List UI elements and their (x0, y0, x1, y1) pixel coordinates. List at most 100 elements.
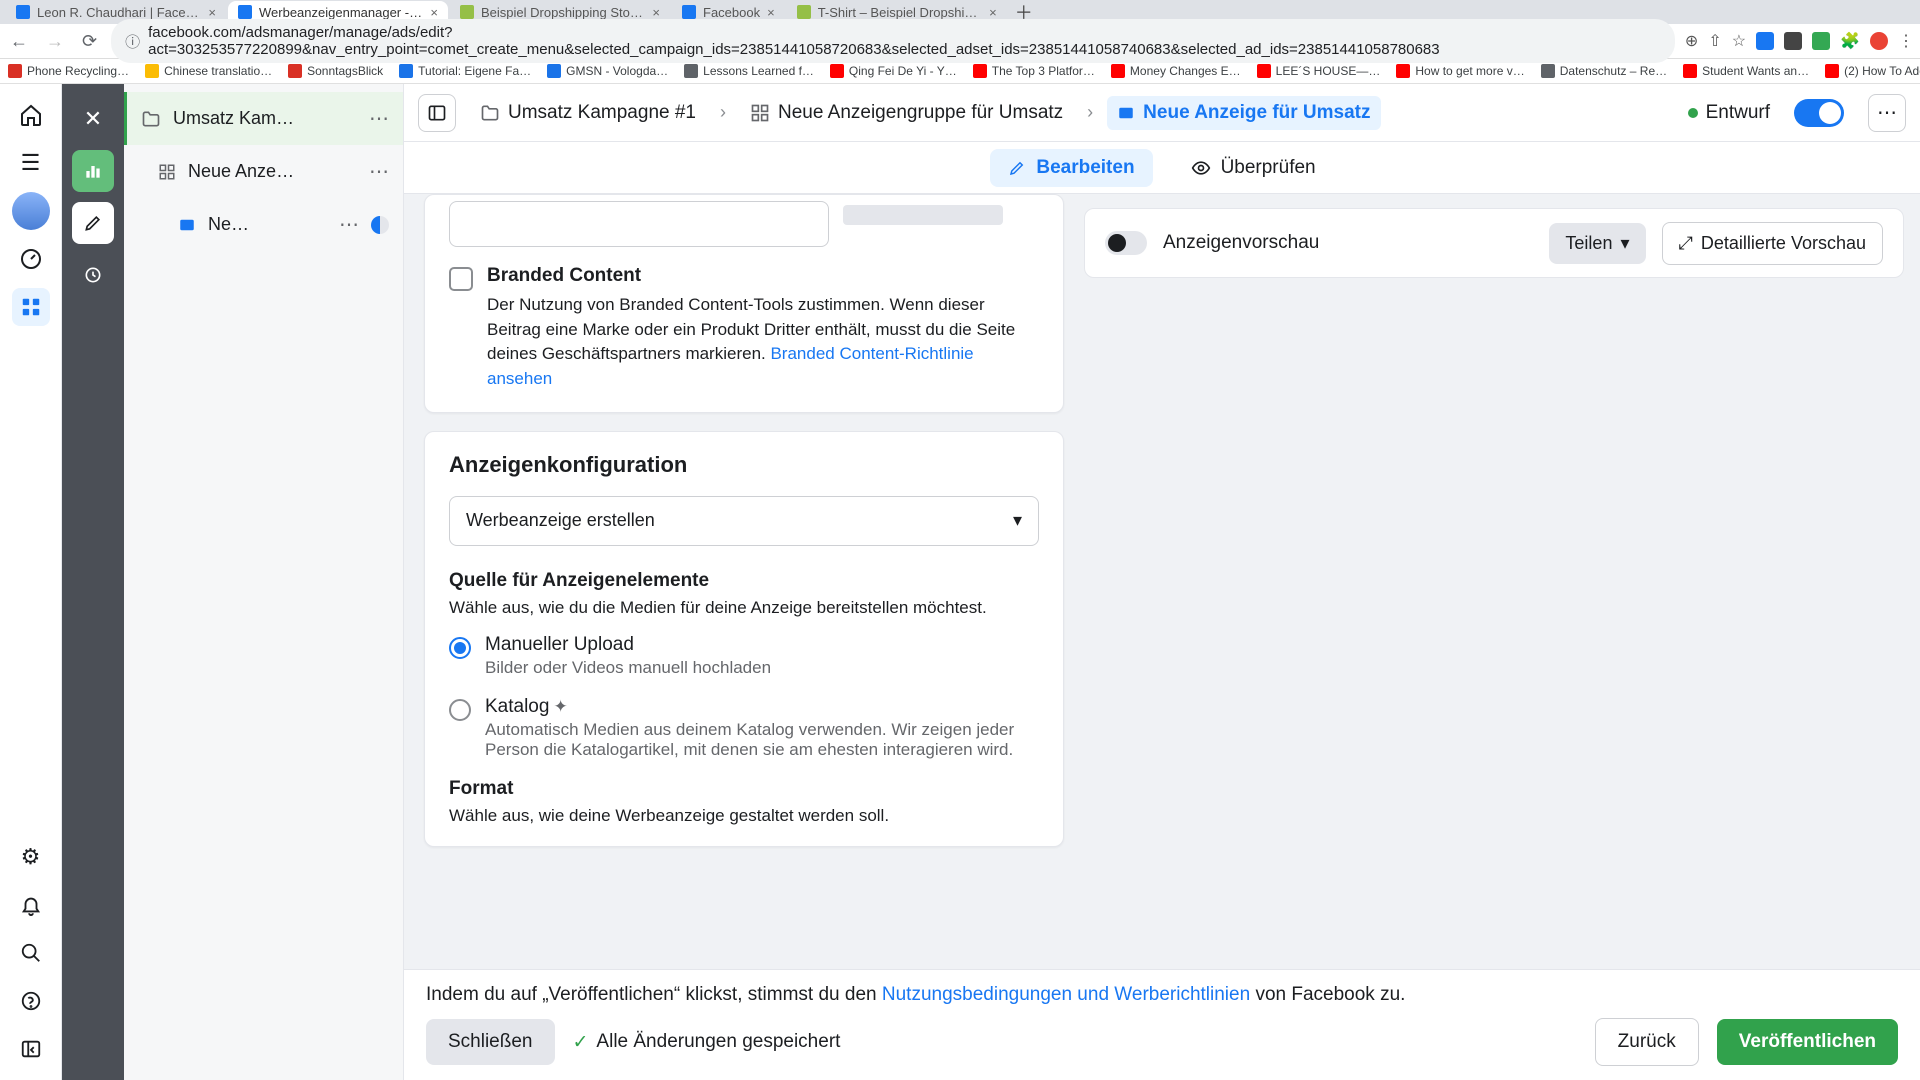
close-tab-icon[interactable]: × (767, 5, 775, 20)
bookmark-label: Qing Fei De Yi - Y… (849, 64, 957, 78)
chart-icon[interactable] (72, 150, 114, 192)
chevron-right-icon: › (1087, 102, 1093, 123)
bookmark-item[interactable]: Student Wants an… (1683, 64, 1809, 78)
chevron-right-icon: › (720, 102, 726, 123)
bookmark-item[interactable]: SonntagsBlick (288, 64, 383, 78)
profile-avatar-icon[interactable] (1870, 32, 1888, 50)
settings-gear-icon[interactable]: ⚙ (12, 838, 50, 876)
bookmark-item[interactable]: The Top 3 Platfor… (973, 64, 1095, 78)
back-button[interactable]: Zurück (1595, 1018, 1699, 1066)
bookmark-label: The Top 3 Platfor… (992, 64, 1095, 78)
reload-button[interactable]: ⟳ (78, 29, 101, 54)
bookmark-favicon-icon (973, 64, 987, 78)
home-icon[interactable] (12, 96, 50, 134)
zoom-icon[interactable]: ⊕ (1685, 31, 1698, 51)
share-preview-button[interactable]: Teilen ▾ (1549, 223, 1645, 264)
tree-campaign[interactable]: Umsatz Kam… ⋯ (124, 92, 403, 145)
publish-button[interactable]: Veröffentlichen (1717, 1019, 1898, 1065)
menu-hamburger-icon[interactable]: ☰ (12, 144, 50, 182)
bookmark-item[interactable]: GMSN - Vologda… (547, 64, 668, 78)
radio-input[interactable] (449, 637, 471, 659)
tree-item-menu-icon[interactable]: ⋯ (339, 212, 359, 237)
tree-adset[interactable]: Neue Anze… ⋯ (124, 145, 403, 198)
detailed-preview-button[interactable]: ⤢ Detaillierte Vorschau (1662, 222, 1884, 265)
history-clock-icon[interactable] (72, 254, 114, 296)
close-tab-icon[interactable]: × (208, 5, 216, 20)
extension-icon[interactable] (1756, 32, 1774, 50)
bookmark-item[interactable]: How to get more v… (1396, 64, 1524, 78)
gauge-icon[interactable] (12, 240, 50, 278)
extension-icon[interactable] (1784, 32, 1802, 50)
tree-ad[interactable]: Ne… ⋯ (124, 198, 403, 251)
page-select-placeholder[interactable] (449, 201, 829, 247)
close-tab-icon[interactable]: × (989, 5, 997, 20)
bookmark-item[interactable]: Tutorial: Eigene Fa… (399, 64, 531, 78)
bookmark-item[interactable]: LEE´S HOUSE—… (1257, 64, 1381, 78)
pencil-icon (1008, 159, 1026, 177)
terms-pre: Indem du auf „Veröffentlichen“ klickst, … (426, 984, 882, 1005)
radio-catalog[interactable]: Katalog✦ Automatisch Medien aus deinem K… (449, 696, 1039, 760)
tab-title: T-Shirt – Beispiel Dropshippin… (818, 5, 982, 20)
preview-toggle[interactable] (1105, 231, 1147, 255)
radio-manual-label: Manueller Upload (485, 634, 771, 656)
breadcrumb-adset[interactable]: Neue Anzeigengruppe für Umsatz (740, 96, 1073, 130)
bookmark-favicon-icon (288, 64, 302, 78)
bookmark-item[interactable]: Phone Recycling… (8, 64, 129, 78)
address-bar[interactable]: ⓘ facebook.com/adsmanager/manage/ads/edi… (111, 19, 1675, 63)
close-tab-icon[interactable]: × (652, 5, 660, 20)
more-actions-button[interactable]: ⋯ (1868, 94, 1906, 132)
radio-manual-upload[interactable]: Manueller Upload Bilder oder Videos manu… (449, 634, 1039, 678)
preview-column: Anzeigenvorschau Teilen ▾ ⤢ Detaillierte… (1084, 194, 1920, 1080)
extension-icon[interactable] (1812, 32, 1830, 50)
tree-ad-label: Ne… (208, 214, 327, 235)
breadcrumb-campaign[interactable]: Umsatz Kampagne #1 (470, 96, 706, 130)
close-editor-icon[interactable]: ✕ (72, 98, 114, 140)
bookmark-item[interactable]: Qing Fei De Yi - Y… (830, 64, 957, 78)
radio-input[interactable] (449, 699, 471, 721)
chevron-down-icon: ▾ (1620, 233, 1629, 254)
help-icon[interactable] (12, 982, 50, 1020)
terms-link[interactable]: Nutzungsbedingungen und Werberichtlinien (882, 984, 1250, 1005)
extensions-icon[interactable]: 🧩 (1840, 31, 1860, 51)
ad-active-toggle[interactable] (1794, 99, 1844, 127)
bookmark-favicon-icon (830, 64, 844, 78)
menu-icon[interactable]: ⋮ (1898, 31, 1914, 51)
breadcrumb-ad[interactable]: Neue Anzeige für Umsatz (1107, 96, 1380, 130)
tab-edit[interactable]: Bearbeiten (990, 149, 1152, 187)
close-tab-icon[interactable]: × (430, 5, 438, 20)
campaign-tree: Umsatz Kam… ⋯ Neue Anze… ⋯ Ne… ⋯ (124, 84, 404, 1080)
tab-review[interactable]: Überprüfen (1173, 149, 1334, 187)
grid-ads-icon[interactable] (12, 288, 50, 326)
chevron-down-icon: ▾ (1013, 510, 1022, 531)
tab-title: Leon R. Chaudhari | Facebook (37, 5, 201, 20)
branded-content-checkbox[interactable] (449, 267, 473, 291)
close-button[interactable]: Schließen (426, 1019, 555, 1065)
facebook-left-rail: ☰ ⚙ (0, 84, 62, 1080)
bookmark-label: Phone Recycling… (27, 64, 129, 78)
notifications-bell-icon[interactable] (12, 886, 50, 924)
breadcrumb-adset-label: Neue Anzeigengruppe für Umsatz (778, 102, 1063, 124)
bookmark-item[interactable]: Datenschutz – Re… (1541, 64, 1667, 78)
status-dot-icon (1688, 108, 1698, 118)
ad-setup-dropdown[interactable]: Werbeanzeige erstellen ▾ (449, 496, 1039, 546)
search-icon[interactable] (12, 934, 50, 972)
tree-item-menu-icon[interactable]: ⋯ (369, 159, 389, 184)
forward-button[interactable]: → (42, 29, 68, 54)
tree-item-menu-icon[interactable]: ⋯ (369, 106, 389, 131)
user-avatar[interactable] (12, 192, 50, 230)
bookmark-item[interactable]: Money Changes E… (1111, 64, 1241, 78)
collapse-panel-icon[interactable] (12, 1030, 50, 1068)
share-icon[interactable]: ⇧ (1708, 31, 1721, 51)
bookmark-item[interactable]: Lessons Learned f… (684, 64, 814, 78)
bookmark-item[interactable]: (2) How To Add A… (1825, 64, 1920, 78)
bookmark-label: Chinese translatio… (164, 64, 272, 78)
bookmark-label: GMSN - Vologda… (566, 64, 668, 78)
back-button[interactable]: ← (6, 29, 32, 54)
panel-layout-toggle[interactable] (418, 94, 456, 132)
bookmark-star-icon[interactable]: ☆ (1732, 31, 1746, 51)
edit-pencil-icon[interactable] (72, 202, 114, 244)
main-panel: Umsatz Kampagne #1 › Neue Anzeigengruppe… (404, 84, 1920, 1080)
bookmark-item[interactable]: Chinese translatio… (145, 64, 272, 78)
status-label: Entwurf (1706, 102, 1770, 124)
bookmark-label: SonntagsBlick (307, 64, 383, 78)
